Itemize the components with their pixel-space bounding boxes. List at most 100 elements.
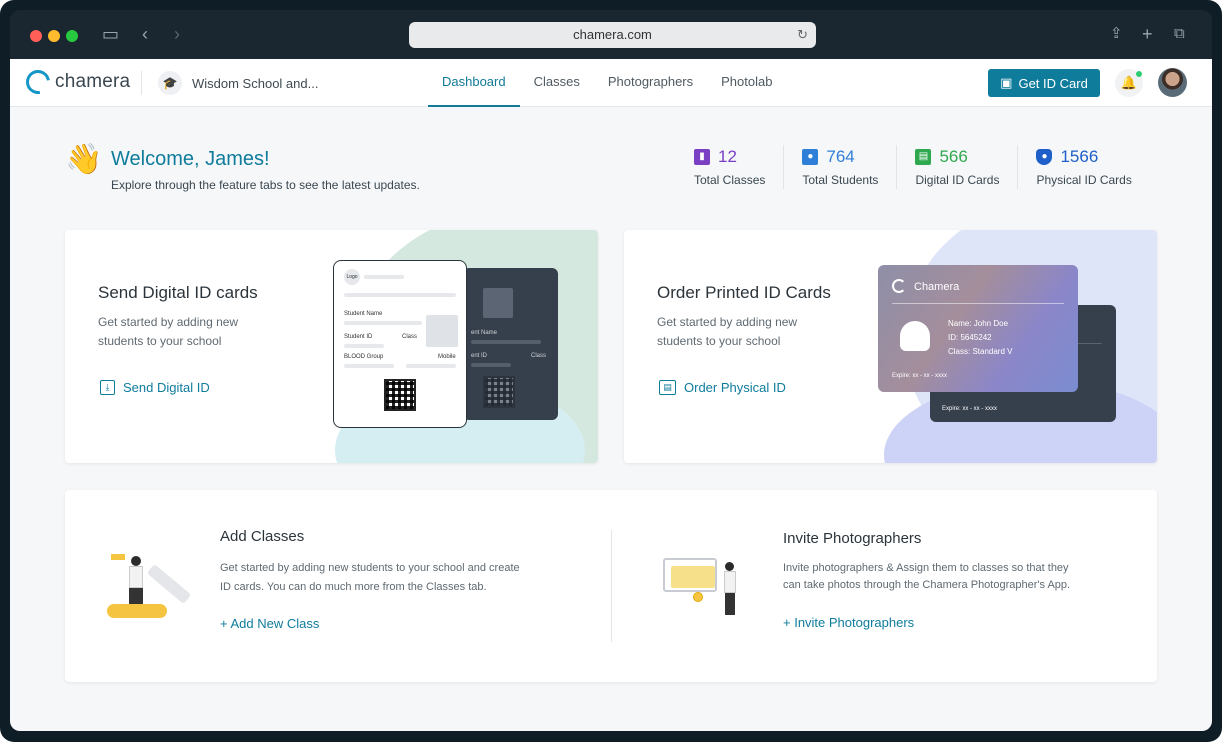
illus-brand: Chamera: [914, 281, 960, 293]
book-shape: [107, 604, 167, 618]
person-legs: [129, 588, 143, 604]
qr-code-icon: [384, 379, 416, 411]
id-card-icon: ▤: [659, 380, 676, 395]
minimize-window-button[interactable]: [48, 30, 60, 42]
browser-window: ▭ ‹ › chamera.com ↻ ⇪ + ⧉ chamera 🎓 Wisd…: [0, 0, 1222, 742]
download-icon: ⤓: [100, 380, 115, 395]
person-body: [724, 571, 736, 593]
person-head: [131, 556, 141, 566]
nav-divider: [141, 71, 142, 95]
close-window-button[interactable]: [30, 30, 42, 42]
id-card-back-illustration: ent Name ent ID Class: [463, 268, 558, 420]
link-label: + Add New Class: [220, 616, 320, 631]
illus-label: Student Name: [344, 311, 383, 317]
welcome-subtitle: Explore through the feature tabs to see …: [111, 178, 420, 192]
graduation-cap-icon: [111, 554, 125, 560]
stat-total-students: ● 764 Total Students: [783, 145, 896, 189]
illus-label: Class: [402, 334, 418, 340]
order-physical-id-link[interactable]: ▤ Order Physical ID: [659, 380, 786, 395]
illus-label: ent ID: [471, 353, 488, 359]
section-description: can take photos through the Chamera Phot…: [783, 579, 1071, 591]
illus-bar: [344, 293, 456, 297]
section-description: ID cards. You can do much more from the …: [220, 581, 487, 593]
school-selector[interactable]: 🎓 Wisdom School and...: [158, 71, 318, 95]
student-icon: ●: [802, 149, 819, 165]
tab-photographers[interactable]: Photographers: [594, 59, 707, 107]
photo-placeholder: [483, 288, 513, 318]
invite-photographers-link[interactable]: + Invite Photographers: [783, 615, 914, 630]
maximize-window-button[interactable]: [66, 30, 78, 42]
browser-toolbar: ▭ ‹ › chamera.com ↻ ⇪ + ⧉: [10, 10, 1212, 59]
school-name: Wisdom School and...: [192, 75, 319, 91]
logo-icon: [21, 65, 55, 99]
tabs-overview-icon[interactable]: ⧉: [1174, 22, 1185, 46]
stat-value: 764: [826, 147, 855, 166]
person-legs: [725, 593, 735, 615]
photo-shape: [671, 566, 715, 588]
illus-bar: [471, 363, 511, 367]
illus-label: Name: John Doe: [948, 319, 1009, 328]
illus-bar: [344, 364, 394, 368]
order-printed-id-card: Order Printed ID Cards Get started by ad…: [624, 230, 1157, 463]
illus-label: Expire: xx - xx - xxxx: [892, 373, 948, 379]
notification-dot: [1136, 71, 1142, 77]
new-tab-icon[interactable]: +: [1142, 22, 1153, 46]
book-shape: [146, 563, 192, 605]
link-label: Send Digital ID: [123, 380, 210, 395]
link-label: + Invite Photographers: [783, 615, 915, 630]
add-new-class-link[interactable]: + Add New Class: [220, 616, 319, 631]
user-avatar[interactable]: [1158, 68, 1187, 97]
id-card-front-illustration: Logo Student Name Student ID Class BLOOD…: [333, 260, 467, 428]
chamera-logo[interactable]: chamera: [21, 65, 130, 99]
send-digital-id-card: Send Digital ID cards Get started by add…: [65, 230, 598, 463]
bell-icon: 🔔: [1120, 75, 1138, 90]
url-text: chamera.com: [573, 27, 652, 42]
illus-label: Class: [531, 353, 547, 359]
get-id-card-label: Get ID Card: [1018, 75, 1088, 91]
stat-digital-id-cards: ▤ 566 Digital ID Cards: [896, 145, 1017, 189]
back-icon[interactable]: ‹: [142, 22, 148, 46]
tab-photolab[interactable]: Photolab: [707, 59, 786, 107]
notifications-button[interactable]: 🔔: [1115, 69, 1143, 97]
welcome-title: Welcome, James!: [111, 148, 270, 170]
id-card-icon: ▤: [915, 149, 932, 165]
illus-bar: [364, 275, 404, 279]
get-id-card-button[interactable]: ▣ Get ID Card: [988, 69, 1100, 97]
quick-actions-card: Add Classes Get started by adding new st…: [65, 490, 1157, 682]
section-title: Add Classes: [220, 528, 305, 545]
graduation-cap-icon: 🎓: [158, 71, 182, 95]
badge-icon: ●: [1036, 149, 1053, 165]
illus-label: Class: Standard V: [948, 347, 1013, 356]
section-title: Invite Photographers: [783, 530, 922, 547]
send-digital-id-link[interactable]: ⤓ Send Digital ID: [100, 380, 210, 395]
illus-bar: [344, 321, 422, 325]
illus-label: ent Name: [471, 330, 498, 336]
section-divider: [611, 530, 612, 642]
stat-value: 1566: [1060, 147, 1099, 166]
stat-physical-id-cards: ● 1566 Physical ID Cards: [1017, 145, 1149, 189]
sidebar-toggle-icon[interactable]: ▭: [102, 22, 119, 46]
section-description: Get started by adding new students to yo…: [220, 562, 520, 574]
illus-bar: [344, 344, 384, 348]
link-label: Order Physical ID: [684, 380, 786, 395]
address-bar[interactable]: chamera.com ↻: [409, 22, 816, 48]
top-navbar: chamera 🎓 Wisdom School and... Dashboard…: [10, 59, 1212, 107]
printed-card-front-illustration: Chamera Name: John Doe ID: 5645242 Class…: [878, 265, 1078, 392]
card-title: Send Digital ID cards: [98, 283, 258, 302]
card-description: students to your school: [657, 334, 781, 348]
share-icon[interactable]: ⇪: [1110, 22, 1123, 46]
illus-label: Mobile: [438, 354, 456, 360]
waving-hand-icon: 👋: [65, 143, 103, 176]
illus-bar: [471, 340, 541, 344]
card-description: students to your school: [98, 334, 222, 348]
illus-bar: [406, 364, 456, 368]
stat-label: Total Classes: [694, 173, 766, 187]
stat-label: Physical ID Cards: [1036, 173, 1132, 187]
tab-dashboard[interactable]: Dashboard: [428, 59, 520, 107]
card-description: Get started by adding new: [657, 315, 798, 329]
reload-icon[interactable]: ↻: [797, 22, 808, 48]
stat-value: 566: [939, 147, 968, 166]
forward-icon[interactable]: ›: [174, 22, 180, 46]
tab-classes[interactable]: Classes: [520, 59, 594, 107]
stats-bar: ▮ 12 Total Classes ● 764 Total Students …: [684, 145, 1150, 189]
